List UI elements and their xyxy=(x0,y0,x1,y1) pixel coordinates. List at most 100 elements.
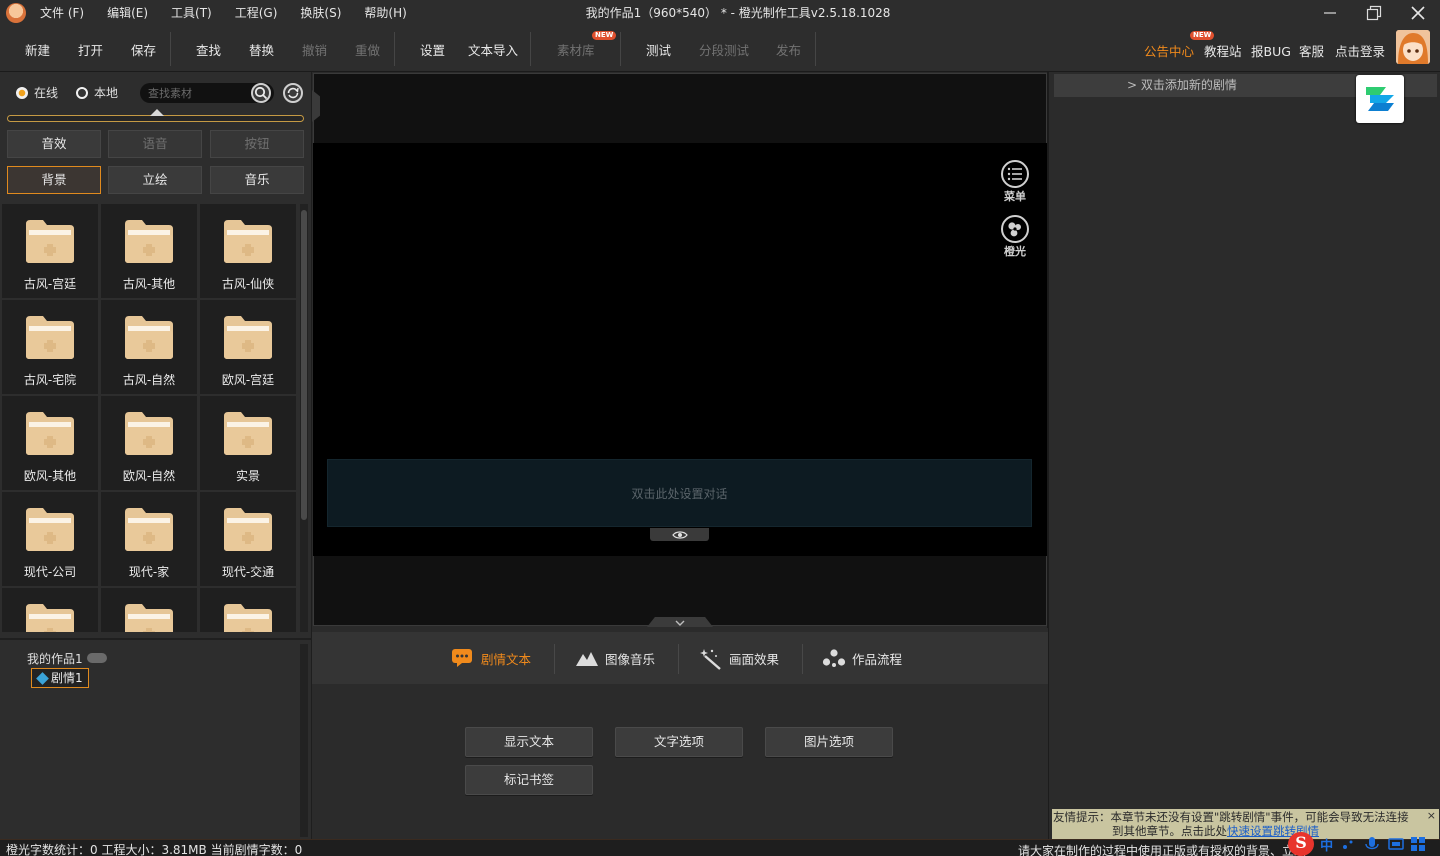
sogou-logo-icon[interactable]: S xyxy=(1288,832,1315,856)
tab-plot-text[interactable]: 剧情文本 xyxy=(451,646,531,670)
redo-button[interactable]: 重做 xyxy=(355,40,380,59)
undo-button[interactable]: 撤销 xyxy=(302,40,327,59)
category-voice[interactable]: 语音 xyxy=(108,130,202,158)
ime-language[interactable]: 中 xyxy=(1320,835,1333,854)
asset-folder-tile[interactable]: 古风-宫廷 xyxy=(2,204,98,298)
asset-folder-tile[interactable] xyxy=(101,588,197,632)
close-icon xyxy=(1411,6,1425,20)
minimize-icon xyxy=(1324,12,1336,14)
folder-icon xyxy=(224,316,272,359)
tab-screen-effects[interactable]: 画面效果 xyxy=(699,646,779,670)
slider-knob-icon[interactable] xyxy=(150,109,164,116)
folder-label: 古风-宫廷 xyxy=(23,277,77,291)
tab-divider xyxy=(554,644,555,674)
folder-label: 古风-仙侠 xyxy=(221,277,275,291)
stage-menu-button[interactable]: 菜单 xyxy=(999,160,1031,204)
toolbar-divider xyxy=(394,32,395,66)
folder-icon xyxy=(26,604,74,632)
minimize-button[interactable] xyxy=(1310,0,1350,26)
settings-button[interactable]: 设置 xyxy=(420,40,445,59)
bookmark-button[interactable]: 标记书签 xyxy=(465,765,593,795)
chat-bubble-icon xyxy=(451,648,473,668)
asset-folder-tile[interactable]: 欧风-自然 xyxy=(101,396,197,490)
new-badge: NEW xyxy=(592,31,617,40)
refresh-button[interactable] xyxy=(283,83,303,103)
close-window-button[interactable] xyxy=(1398,0,1438,26)
login-link[interactable]: 点击登录 xyxy=(1335,41,1385,60)
tab-image-music[interactable]: 图像音乐 xyxy=(575,646,655,670)
tab-label: 画面效果 xyxy=(729,651,780,667)
tree-item-plot[interactable]: 剧情1 xyxy=(31,668,89,688)
asset-folder-tile[interactable]: 现代-交通 xyxy=(200,492,296,586)
eye-icon xyxy=(671,530,688,539)
folder-label: 现代-家 xyxy=(128,565,170,579)
dialog-box[interactable]: 双击此处设置对话 xyxy=(327,459,1032,527)
collapse-stage-handle[interactable] xyxy=(647,617,713,627)
asset-folder-tile[interactable]: 欧风-其他 xyxy=(2,396,98,490)
tab-work-flow[interactable]: 作品流程 xyxy=(822,646,902,670)
tab-label: 图像音乐 xyxy=(605,651,656,667)
text-import-button[interactable]: 文本导入 xyxy=(468,40,518,59)
new-badge: NEW xyxy=(1190,31,1215,40)
radio-selected-icon xyxy=(16,86,28,99)
search-icon xyxy=(254,86,268,100)
asset-folder-tile[interactable]: 古风-自然 xyxy=(101,300,197,394)
stage-brand-button[interactable]: 橙光 xyxy=(999,215,1031,259)
command-panel: 显示文本 文字选项 图片选项 标记书签 xyxy=(312,684,1048,839)
tree-root-project[interactable]: 我的作品1 xyxy=(27,650,83,667)
asset-folder-tile[interactable]: 古风-其他 xyxy=(101,204,197,298)
floating-logo-button[interactable] xyxy=(1356,75,1404,123)
tutorial-link[interactable]: 教程站 xyxy=(1204,41,1242,60)
asset-folder-tile[interactable] xyxy=(2,588,98,632)
avatar[interactable] xyxy=(1396,30,1430,64)
image-options-button[interactable]: 图片选项 xyxy=(765,727,893,757)
asset-grid-scrollbar[interactable] xyxy=(300,204,308,632)
asset-panel: 在线 本地 音效 语音 按钮 背景 立绘 音乐 古风-宫廷 古风-其他 古风-仙侠古… xyxy=(0,72,312,839)
asset-folder-tile[interactable]: 古风-宅院 xyxy=(2,300,98,394)
save-button[interactable]: 保存 xyxy=(131,40,156,59)
collapse-toggle-icon[interactable] xyxy=(87,653,107,663)
title-bar: 文件 (F) 编辑(E) 工具(T) 工程(G) 换肤(S) 帮助(H) 我的作… xyxy=(0,0,1440,26)
avatar-portrait-icon xyxy=(1396,30,1430,64)
tree-scrollbar[interactable] xyxy=(300,644,308,837)
category-background[interactable]: 背景 xyxy=(7,166,101,194)
folder-icon xyxy=(224,220,272,263)
category-sound-effects[interactable]: 音效 xyxy=(7,130,101,158)
replace-button[interactable]: 替换 xyxy=(249,40,274,59)
report-bug-link[interactable]: 报BUG xyxy=(1251,41,1291,60)
list-menu-icon xyxy=(1001,160,1029,188)
new-button[interactable]: 新建 xyxy=(25,40,50,59)
category-portrait[interactable]: 立绘 xyxy=(108,166,202,194)
test-button[interactable]: 测试 xyxy=(646,40,671,59)
asset-folder-tile[interactable]: 古风-仙侠 xyxy=(200,204,296,298)
show-text-button[interactable]: 显示文本 xyxy=(465,727,593,757)
customer-service-link[interactable]: 客服 xyxy=(1299,41,1324,60)
hint-close-button[interactable]: × xyxy=(1427,809,1436,823)
local-radio[interactable]: 本地 xyxy=(76,84,118,101)
publish-button[interactable]: 发布 xyxy=(776,40,801,59)
restore-icon xyxy=(1366,5,1382,21)
segment-test-button[interactable]: 分段测试 xyxy=(699,40,749,59)
thumbnail-size-slider[interactable] xyxy=(7,115,304,122)
asset-folder-tile[interactable]: 实景 xyxy=(200,396,296,490)
asset-folder-tile[interactable] xyxy=(200,588,296,632)
folder-icon xyxy=(125,220,173,263)
online-radio[interactable]: 在线 xyxy=(16,84,58,101)
asset-library-button[interactable]: 素材库 xyxy=(557,40,595,59)
tab-divider xyxy=(802,644,803,674)
category-buttons[interactable]: 按钮 xyxy=(210,130,304,158)
announcement-center-link[interactable]: 公告中心 xyxy=(1144,41,1194,60)
toggle-dialog-visibility[interactable] xyxy=(650,528,709,541)
asset-folder-tile[interactable]: 现代-公司 xyxy=(2,492,98,586)
search-button[interactable] xyxy=(251,83,271,103)
folder-icon xyxy=(224,508,272,551)
find-button[interactable]: 查找 xyxy=(196,40,221,59)
open-button[interactable]: 打开 xyxy=(78,40,103,59)
asset-search-input[interactable] xyxy=(148,85,248,101)
scrollbar-thumb[interactable] xyxy=(301,210,307,520)
asset-folder-tile[interactable]: 现代-家 xyxy=(101,492,197,586)
restore-button[interactable] xyxy=(1354,0,1394,26)
text-options-button[interactable]: 文字选项 xyxy=(615,727,743,757)
category-music[interactable]: 音乐 xyxy=(210,166,304,194)
asset-folder-tile[interactable]: 欧风-宫廷 xyxy=(200,300,296,394)
